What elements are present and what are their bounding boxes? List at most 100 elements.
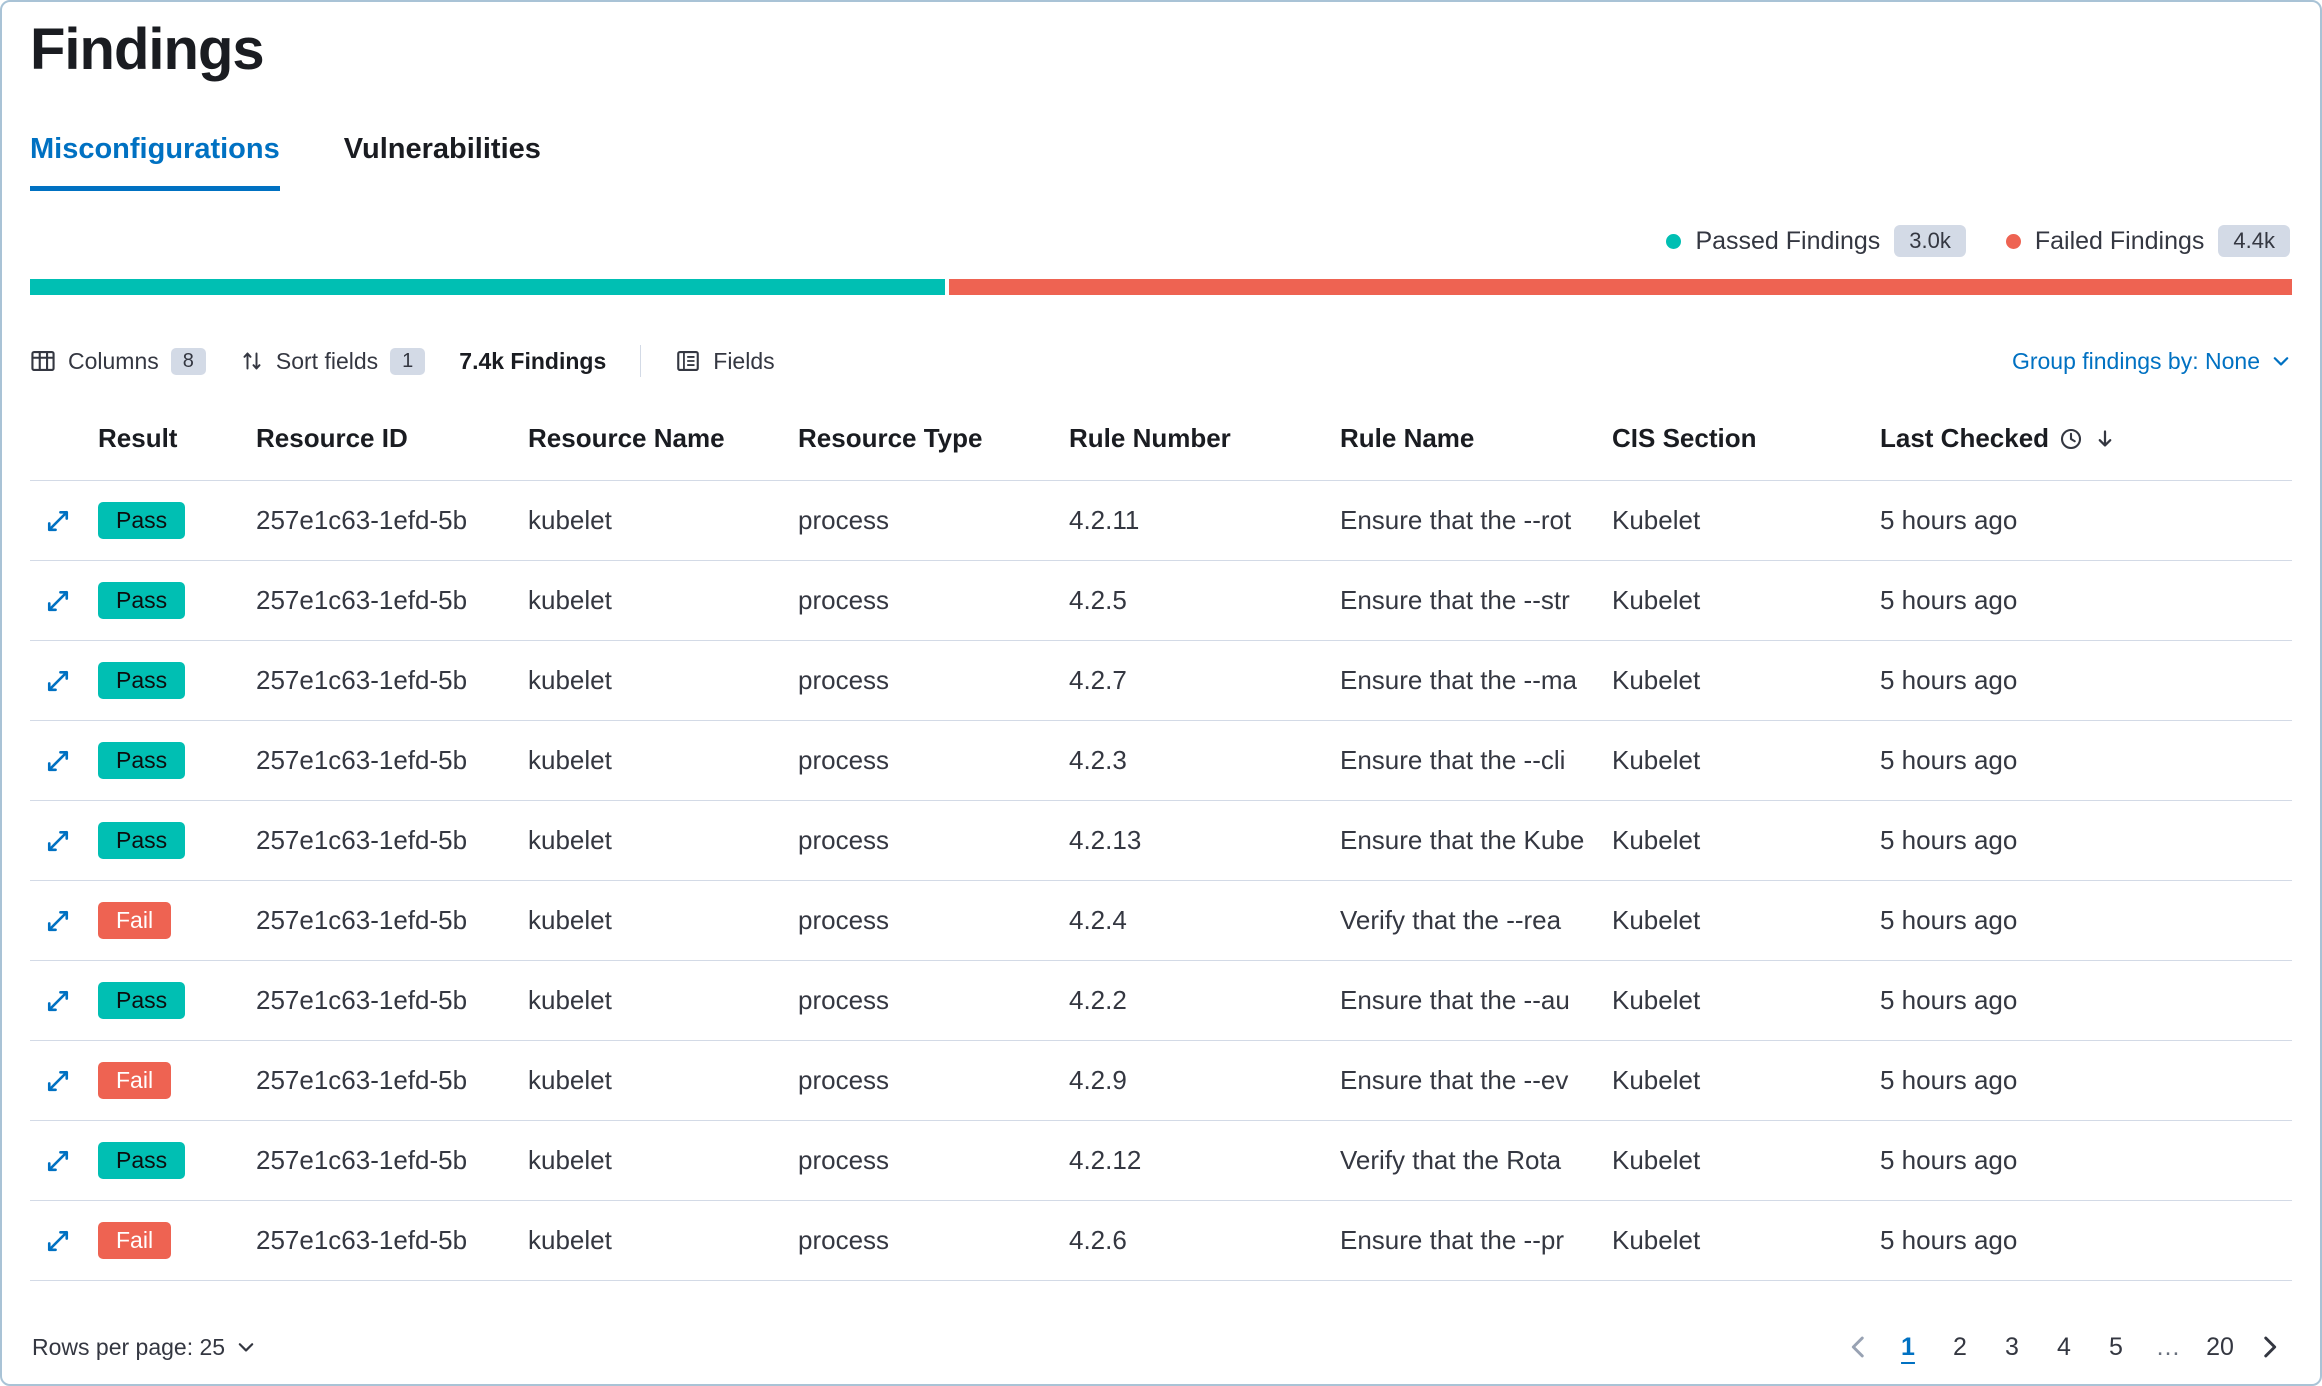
rule-number-cell: 4.2.11 — [1069, 505, 1340, 536]
fields-icon — [675, 348, 701, 374]
table-row: Pass257e1c63-1efd-5bkubeletprocess4.2.12… — [30, 1121, 2292, 1201]
rows-per-page-label: Rows per page: 25 — [32, 1334, 225, 1361]
expand-row-button[interactable] — [30, 507, 98, 535]
pagination-page-3[interactable]: 3 — [1988, 1327, 2036, 1368]
header-resource-name[interactable]: Resource Name — [528, 423, 798, 454]
tab-misconfigurations[interactable]: Misconfigurations — [30, 133, 280, 191]
pass-fail-distribution-bar — [30, 279, 2292, 295]
page-title: Findings — [30, 16, 2292, 83]
last-checked-cell: 5 hours ago — [1880, 665, 2292, 696]
result-badge: Pass — [98, 662, 185, 699]
rule-number-cell: 4.2.5 — [1069, 585, 1340, 616]
tab-bar: Misconfigurations Vulnerabilities — [30, 133, 2292, 191]
pagination-next-button[interactable] — [2248, 1334, 2290, 1360]
expand-row-button[interactable] — [30, 827, 98, 855]
result-badge: Fail — [98, 1062, 171, 1099]
fields-label: Fields — [713, 348, 774, 375]
resource-type-cell: process — [798, 905, 1069, 936]
header-resource-type[interactable]: Resource Type — [798, 423, 1069, 454]
last-checked-cell: 5 hours ago — [1880, 1225, 2292, 1256]
resource-type-cell: process — [798, 1065, 1069, 1096]
rule-name-cell: Ensure that the --cli — [1340, 745, 1612, 776]
result-cell: Fail — [98, 1222, 256, 1259]
expand-row-button[interactable] — [30, 667, 98, 695]
resource-id-cell: 257e1c63-1efd-5b — [256, 825, 528, 856]
table-row: Fail257e1c63-1efd-5bkubeletprocess4.2.4V… — [30, 881, 2292, 961]
columns-icon — [30, 348, 56, 374]
pagination-ellipsis: … — [2144, 1327, 2192, 1368]
result-badge: Pass — [98, 742, 185, 779]
rule-name-cell: Ensure that the Kube — [1340, 825, 1612, 856]
chevron-down-icon — [235, 1336, 257, 1358]
resource-id-cell: 257e1c63-1efd-5b — [256, 1225, 528, 1256]
last-checked-cell: 5 hours ago — [1880, 985, 2292, 1016]
chevron-down-icon — [2270, 350, 2292, 372]
result-badge: Pass — [98, 582, 185, 619]
header-resource-id[interactable]: Resource ID — [256, 423, 528, 454]
expand-row-button[interactable] — [30, 1147, 98, 1175]
resource-id-cell: 257e1c63-1efd-5b — [256, 985, 528, 1016]
result-badge: Pass — [98, 1142, 185, 1179]
expand-row-button[interactable] — [30, 987, 98, 1015]
resource-id-cell: 257e1c63-1efd-5b — [256, 665, 528, 696]
failed-findings-count-badge: 4.4k — [2218, 225, 2290, 257]
rule-number-cell: 4.2.2 — [1069, 985, 1340, 1016]
header-last-checked[interactable]: Last Checked — [1880, 423, 2292, 454]
fields-button[interactable]: Fields — [675, 348, 774, 375]
pagination-page-20[interactable]: 20 — [2196, 1327, 2244, 1368]
rule-name-cell: Ensure that the --str — [1340, 585, 1612, 616]
expand-row-button[interactable] — [30, 907, 98, 935]
resource-id-cell: 257e1c63-1efd-5b — [256, 1145, 528, 1176]
rows-per-page-button[interactable]: Rows per page: 25 — [32, 1334, 257, 1361]
pagination-page-2[interactable]: 2 — [1936, 1327, 1984, 1368]
expand-row-button[interactable] — [30, 587, 98, 615]
expand-icon — [44, 667, 72, 695]
resource-id-cell: 257e1c63-1efd-5b — [256, 745, 528, 776]
pagination-page-4[interactable]: 4 — [2040, 1327, 2088, 1368]
rule-name-cell: Verify that the --rea — [1340, 905, 1612, 936]
expand-icon — [44, 1067, 72, 1095]
tab-vulnerabilities[interactable]: Vulnerabilities — [344, 133, 541, 191]
resource-id-cell: 257e1c63-1efd-5b — [256, 505, 528, 536]
cis-section-cell: Kubelet — [1612, 1065, 1880, 1096]
group-findings-by-button[interactable]: Group findings by: None — [2012, 348, 2292, 375]
resource-type-cell: process — [798, 585, 1069, 616]
header-result[interactable]: Result — [98, 423, 256, 454]
expand-icon — [44, 1227, 72, 1255]
last-checked-cell: 5 hours ago — [1880, 1145, 2292, 1176]
failed-findings-legend: Failed Findings 4.4k — [2006, 225, 2290, 257]
cis-section-cell: Kubelet — [1612, 1145, 1880, 1176]
pagination-prev-button[interactable] — [1838, 1334, 1880, 1360]
expand-icon — [44, 587, 72, 615]
expand-icon — [44, 507, 72, 535]
resource-name-cell: kubelet — [528, 1065, 798, 1096]
columns-button[interactable]: Columns 8 — [30, 348, 206, 375]
resource-name-cell: kubelet — [528, 505, 798, 536]
table-row: Pass257e1c63-1efd-5bkubeletprocess4.2.11… — [30, 481, 2292, 561]
pagination-page-5[interactable]: 5 — [2092, 1327, 2140, 1368]
group-findings-by-label: Group findings by: None — [2012, 348, 2260, 375]
expand-row-button[interactable] — [30, 1227, 98, 1255]
header-cis-section[interactable]: CIS Section — [1612, 423, 1880, 454]
rule-number-cell: 4.2.9 — [1069, 1065, 1340, 1096]
findings-table: Result Resource ID Resource Name Resourc… — [30, 377, 2292, 1281]
rule-name-cell: Ensure that the --rot — [1340, 505, 1612, 536]
pagination-page-1[interactable]: 1 — [1884, 1327, 1932, 1368]
resource-type-cell: process — [798, 1225, 1069, 1256]
header-rule-number[interactable]: Rule Number — [1069, 423, 1340, 454]
passed-dot-icon — [1666, 234, 1681, 249]
last-checked-cell: 5 hours ago — [1880, 905, 2292, 936]
header-last-checked-label: Last Checked — [1880, 423, 2049, 454]
resource-name-cell: kubelet — [528, 745, 798, 776]
expand-row-button[interactable] — [30, 1067, 98, 1095]
table-row: Pass257e1c63-1efd-5bkubeletprocess4.2.7E… — [30, 641, 2292, 721]
sort-fields-button[interactable]: Sort fields 1 — [240, 348, 425, 375]
result-cell: Fail — [98, 1062, 256, 1099]
header-rule-name[interactable]: Rule Name — [1340, 423, 1612, 454]
resource-name-cell: kubelet — [528, 665, 798, 696]
resource-type-cell: process — [798, 985, 1069, 1016]
table-row: Pass257e1c63-1efd-5bkubeletprocess4.2.5E… — [30, 561, 2292, 641]
expand-row-button[interactable] — [30, 747, 98, 775]
expand-icon — [44, 1147, 72, 1175]
resource-type-cell: process — [798, 745, 1069, 776]
